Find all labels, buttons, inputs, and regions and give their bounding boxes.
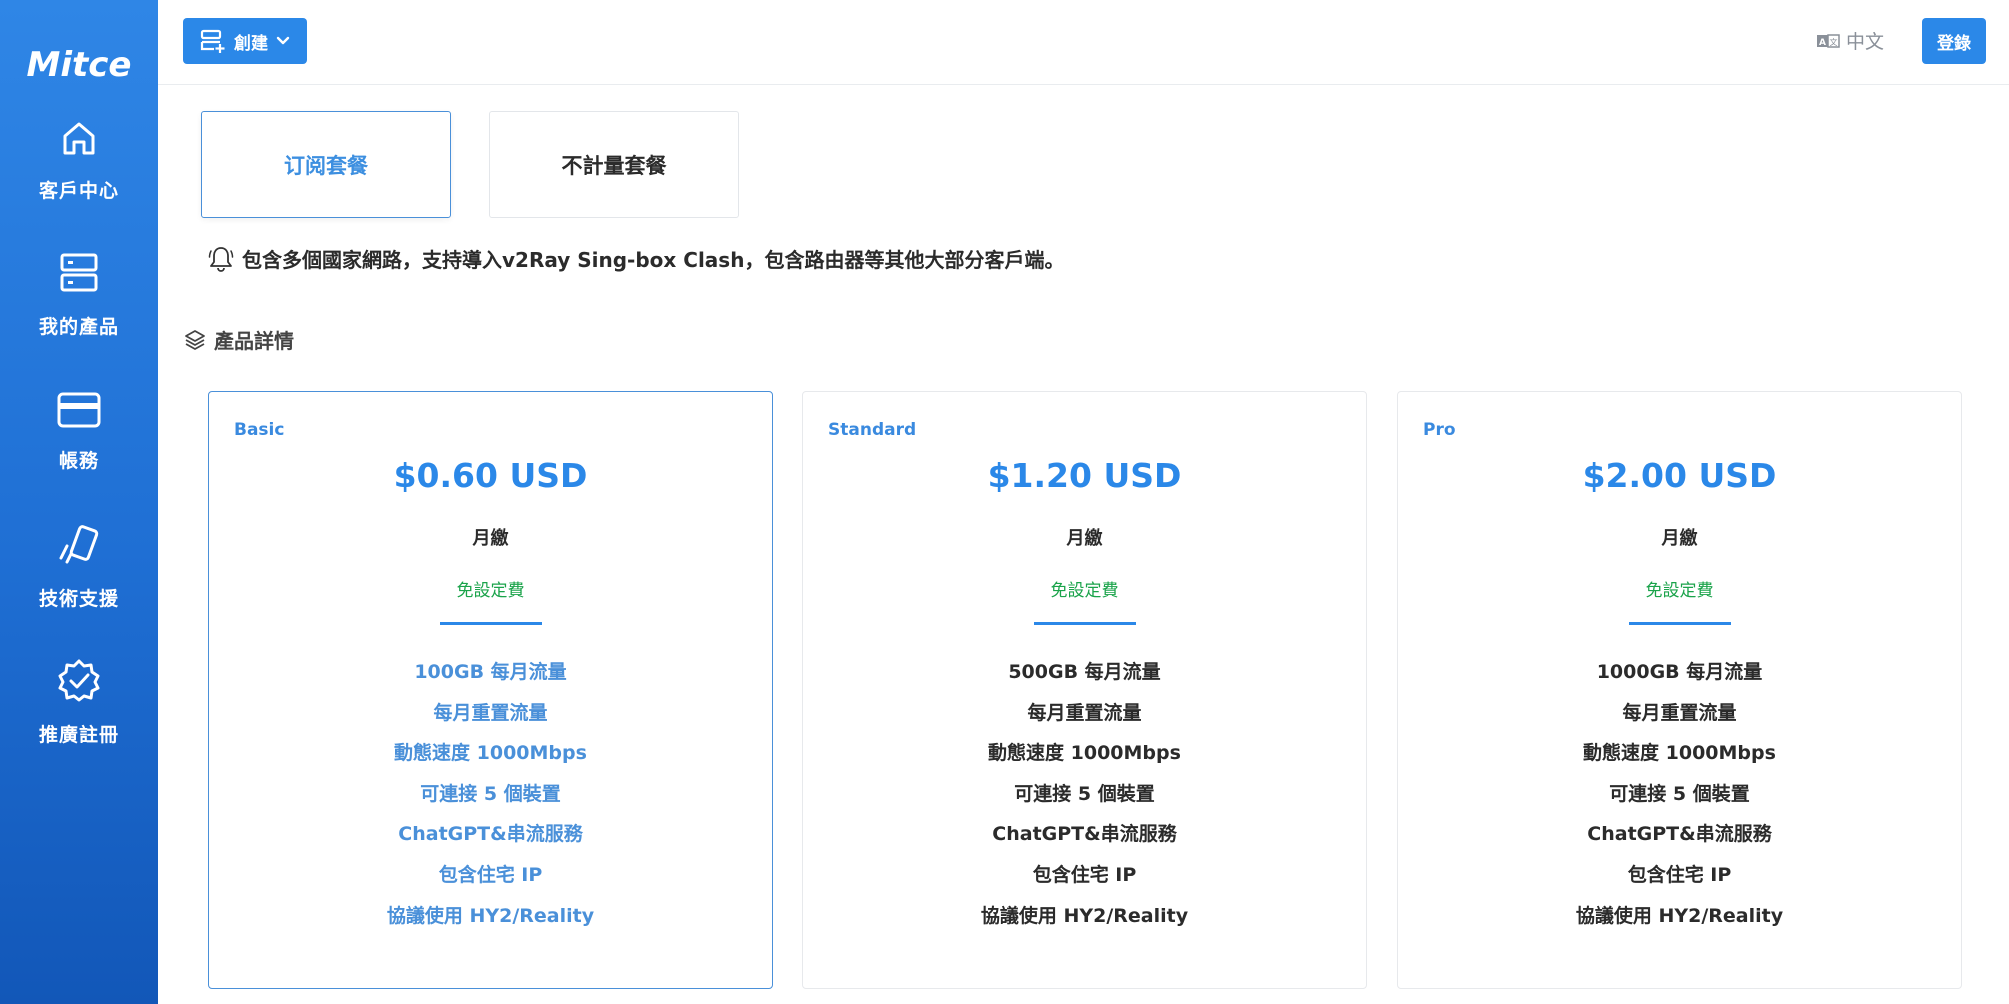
plan-feature: 每月重置流量: [1622, 701, 1737, 724]
top-header: 創建 A 文 中文 登錄: [158, 0, 2009, 85]
svg-text:A: A: [1819, 38, 1826, 48]
chevron-down-icon: [276, 36, 290, 45]
plan-billing-cycle: 月繳: [1066, 528, 1103, 549]
sidebar-item-label: 帳務: [58, 450, 99, 472]
plan-card-pro[interactable]: Pro $2.00 USD 月繳 免設定費 1000GB 每月流量 每月重置流量…: [1397, 391, 1962, 989]
plan-billing-cycle: 月繳: [1661, 528, 1698, 549]
plan-card-basic[interactable]: Basic $0.60 USD 月繳 免設定費 100GB 每月流量 每月重置流…: [208, 391, 773, 989]
plan-name: Standard: [828, 420, 917, 440]
plan-price: $1.20 USD: [987, 456, 1182, 495]
plan-setup-fee: 免設定費: [1050, 581, 1119, 601]
section-title: 產品詳情: [184, 325, 294, 354]
layers-icon: [185, 329, 205, 350]
sidebar: Mitce 客戶中心 我的產品 帳務 技術支援 推廣註冊: [0, 0, 158, 1004]
plan-name: Basic: [234, 420, 285, 440]
bell-icon: [208, 246, 234, 272]
plan-feature: 可連接 5 個裝置: [1014, 782, 1155, 805]
mitce-logo-icon: Mitce: [27, 45, 132, 84]
plan-feature: 動態速度 1000Mbps: [394, 742, 587, 765]
svg-text:文: 文: [1829, 37, 1837, 47]
sidebar-item-label: 客戶中心: [38, 180, 119, 202]
plan-feature: ChatGPT&串流服務: [1587, 823, 1772, 846]
support-card-icon: [59, 525, 99, 564]
notice-banner: 包含多個國家網路，支持導入v2Ray Sing-box Clash，包含路由器等…: [208, 244, 1064, 273]
sidebar-item-client-center[interactable]: 客戶中心: [0, 118, 158, 238]
plan-feature: 動態速度 1000Mbps: [1583, 742, 1776, 765]
login-button[interactable]: 登錄: [1922, 18, 1986, 64]
language-selector[interactable]: A 文 中文: [1816, 27, 1884, 54]
plan-feature: 動態速度 1000Mbps: [988, 742, 1181, 765]
plan-feature: 包含住宅 IP: [438, 863, 543, 886]
sidebar-item-label: 推廣註冊: [38, 724, 119, 746]
plan-feature: 每月重置流量: [1027, 701, 1142, 724]
plan-feature: 100GB 每月流量: [414, 661, 567, 683]
credit-card-icon: [57, 392, 101, 428]
plan-feature: 1000GB 每月流量: [1596, 661, 1763, 683]
plan-feature: ChatGPT&串流服務: [992, 823, 1177, 846]
plan-feature: 可連接 5 個裝置: [1609, 782, 1750, 805]
plan-price: $2.00 USD: [1582, 456, 1777, 495]
sidebar-item-label: 技術支援: [38, 588, 119, 610]
plan-divider: [1033, 622, 1136, 625]
plan-feature: 可連接 5 個裝置: [420, 782, 561, 805]
plan-feature: 協議使用 HY2/Reality: [386, 904, 595, 927]
plan-feature: ChatGPT&串流服務: [398, 823, 583, 846]
sidebar-item-my-products[interactable]: 我的產品: [0, 252, 158, 372]
plan-setup-fee: 免設定費: [1645, 581, 1714, 601]
plan-divider: [1628, 622, 1731, 625]
translate-icon: A 文: [1816, 33, 1840, 48]
svg-text:Mitce: Mitce: [27, 45, 132, 84]
tab-subscription-plans[interactable]: 订阅套餐: [201, 111, 451, 218]
server-icon: [60, 253, 98, 292]
create-button[interactable]: 創建: [183, 18, 307, 64]
add-server-icon: [200, 29, 225, 53]
home-icon: [63, 122, 95, 155]
plan-feature: 協議使用 HY2/Reality: [1575, 904, 1784, 927]
sidebar-item-support[interactable]: 技術支援: [0, 524, 158, 644]
brand-logo[interactable]: Mitce: [0, 38, 158, 88]
plan-features: 100GB 每月流量 每月重置流量 動態速度 1000Mbps 可連接 5 個裝…: [209, 652, 772, 936]
sidebar-item-referral[interactable]: 推廣註冊: [0, 658, 158, 778]
plan-features: 1000GB 每月流量 每月重置流量 動態速度 1000Mbps 可連接 5 個…: [1398, 652, 1961, 936]
section-title-label: 產品詳情: [214, 329, 294, 353]
sidebar-item-label: 我的產品: [38, 316, 119, 338]
plan-name: Pro: [1423, 420, 1456, 440]
plan-card-standard[interactable]: Standard $1.20 USD 月繳 免設定費 500GB 每月流量 每月…: [802, 391, 1367, 989]
plan-feature: 包含住宅 IP: [1032, 863, 1137, 886]
notice-text: 包含多個國家網路，支持導入v2Ray Sing-box Clash，包含路由器等…: [242, 248, 1065, 272]
plan-divider: [439, 622, 542, 625]
create-button-label: 創建: [234, 33, 268, 54]
plan-features: 500GB 每月流量 每月重置流量 動態速度 1000Mbps 可連接 5 個裝…: [803, 652, 1366, 936]
badge-check-icon: [58, 659, 100, 702]
plan-feature: 包含住宅 IP: [1627, 863, 1732, 886]
plan-feature: 500GB 每月流量: [1008, 661, 1161, 683]
plan-feature: 協議使用 HY2/Reality: [980, 904, 1189, 927]
sidebar-item-billing[interactable]: 帳務: [0, 392, 158, 512]
plan-billing-cycle: 月繳: [472, 528, 509, 549]
plan-price: $0.60 USD: [393, 456, 588, 495]
language-label: 中文: [1845, 31, 1884, 53]
plan-setup-fee: 免設定費: [456, 581, 525, 601]
plan-feature: 每月重置流量: [433, 701, 548, 724]
tab-unmetered-plans[interactable]: 不計量套餐: [489, 111, 739, 218]
